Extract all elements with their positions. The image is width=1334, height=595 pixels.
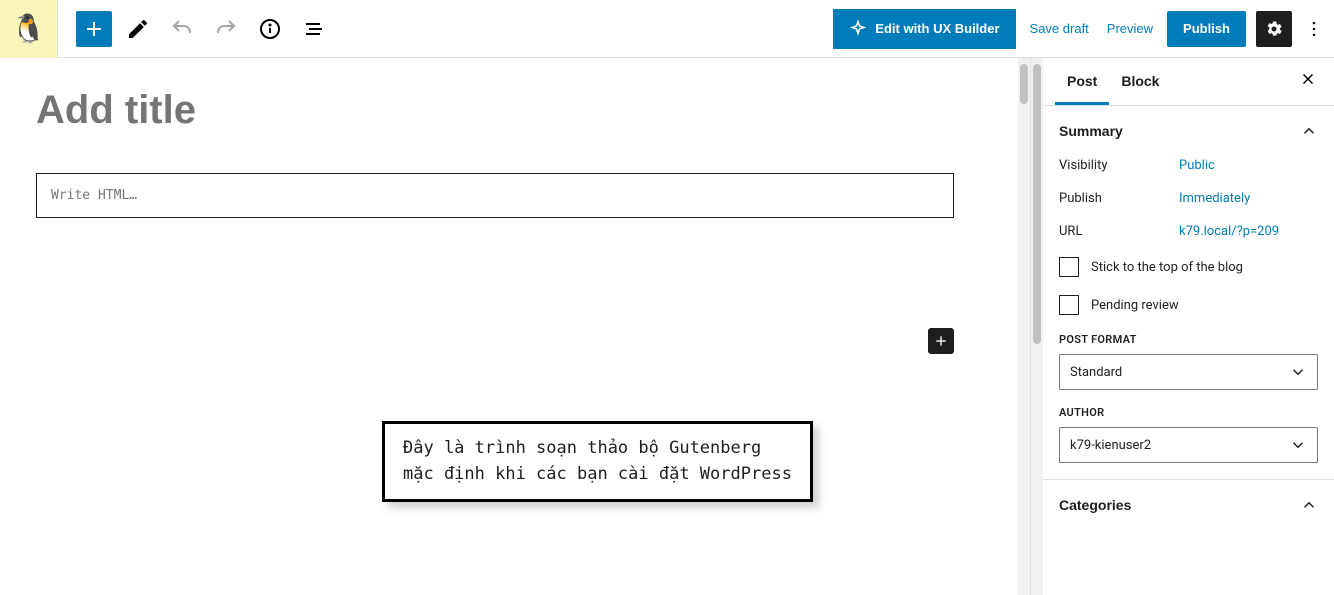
sidebar-scrollbar[interactable] — [1031, 58, 1043, 595]
toolbar-right: Edit with UX Builder Save draft Preview … — [833, 9, 1326, 49]
add-block-button[interactable] — [76, 11, 112, 47]
row-publish: Publish Immediately — [1059, 191, 1318, 206]
info-button[interactable] — [252, 11, 288, 47]
chevron-down-icon — [1289, 436, 1307, 454]
panel-summary: Summary Visibility Public Publish Immedi… — [1043, 106, 1334, 480]
publish-button[interactable]: Publish — [1167, 11, 1246, 47]
publish-label: Publish — [1059, 191, 1179, 206]
save-draft-button[interactable]: Save draft — [1026, 15, 1093, 42]
author-heading: AUTHOR — [1059, 406, 1318, 419]
chevron-up-icon — [1300, 122, 1318, 140]
top-toolbar: 🐧 Edit with UX Builder Save draft Previe… — [0, 0, 1334, 58]
outline-button[interactable] — [296, 11, 332, 47]
post-format-select[interactable]: Standard — [1059, 354, 1318, 390]
tab-block[interactable]: Block — [1109, 59, 1171, 105]
plus-icon — [933, 333, 949, 349]
post-format-value: Standard — [1070, 365, 1122, 380]
preview-button[interactable]: Preview — [1103, 15, 1157, 42]
annotation-line1: Đây là trình soạn thảo bộ Gutenberg — [403, 438, 761, 458]
close-icon — [1299, 70, 1317, 88]
panel-categories: Categories — [1043, 480, 1334, 530]
inline-add-block-button[interactable] — [928, 328, 954, 354]
checkbox-pending[interactable]: Pending review — [1059, 295, 1318, 315]
row-url: URL k79.local/?p=209 — [1059, 224, 1318, 239]
sparkle-icon — [849, 20, 867, 38]
toolbar-left — [58, 11, 332, 47]
sidebar-close-button[interactable] — [1294, 68, 1322, 96]
visibility-value[interactable]: Public — [1179, 158, 1215, 173]
post-format-heading: POST FORMAT — [1059, 333, 1318, 346]
panel-summary-toggle[interactable]: Summary — [1059, 122, 1318, 140]
checkbox-stick[interactable]: Stick to the top of the blog — [1059, 257, 1318, 277]
stick-label: Stick to the top of the blog — [1091, 260, 1243, 275]
settings-button[interactable] — [1256, 11, 1292, 47]
url-label: URL — [1059, 224, 1179, 239]
html-block[interactable]: Write HTML… — [36, 173, 954, 218]
tab-post[interactable]: Post — [1055, 59, 1109, 105]
redo-button[interactable] — [208, 11, 244, 47]
author-select[interactable]: k79-kienuser2 — [1059, 427, 1318, 463]
edit-mode-button[interactable] — [120, 11, 156, 47]
visibility-label: Visibility — [1059, 158, 1179, 173]
info-icon — [258, 17, 282, 41]
penguin-icon: 🐧 — [11, 12, 46, 45]
more-options-button[interactable] — [1302, 11, 1326, 47]
chevron-up-icon — [1300, 496, 1318, 514]
wp-logo[interactable]: 🐧 — [0, 0, 58, 58]
undo-icon — [170, 17, 194, 41]
undo-button[interactable] — [164, 11, 200, 47]
ux-builder-label: Edit with UX Builder — [875, 21, 999, 36]
sidebar: Post Block Summary Visibility Public — [1030, 58, 1334, 595]
ux-builder-button[interactable]: Edit with UX Builder — [833, 9, 1015, 49]
chevron-down-icon — [1289, 363, 1307, 381]
list-icon — [302, 17, 326, 41]
annotation-line2: mặc định khi các bạn cài đặt WordPress — [403, 464, 792, 484]
editor-area: Write HTML… Đây là trình soạn thảo bộ Gu… — [0, 58, 1030, 595]
post-title-input[interactable] — [36, 88, 994, 133]
workspace: Write HTML… Đây là trình soạn thảo bộ Gu… — [0, 58, 1334, 595]
gear-icon — [1264, 19, 1284, 39]
publish-value[interactable]: Immediately — [1179, 191, 1250, 206]
pencil-icon — [126, 17, 150, 41]
editor-scrollbar[interactable] — [1018, 58, 1030, 595]
panel-categories-toggle[interactable]: Categories — [1059, 496, 1318, 514]
panel-summary-heading: Summary — [1059, 123, 1123, 139]
redo-icon — [214, 17, 238, 41]
checkbox-box — [1059, 257, 1079, 277]
annotation-box: Đây là trình soạn thảo bộ Gutenberg mặc … — [382, 421, 813, 502]
url-value[interactable]: k79.local/?p=209 — [1179, 224, 1279, 239]
author-value: k79-kienuser2 — [1070, 438, 1151, 453]
sidebar-tabs: Post Block — [1043, 58, 1334, 106]
kebab-icon — [1304, 19, 1324, 39]
checkbox-box — [1059, 295, 1079, 315]
panel-categories-heading: Categories — [1059, 497, 1131, 513]
row-visibility: Visibility Public — [1059, 158, 1318, 173]
pending-label: Pending review — [1091, 298, 1179, 313]
